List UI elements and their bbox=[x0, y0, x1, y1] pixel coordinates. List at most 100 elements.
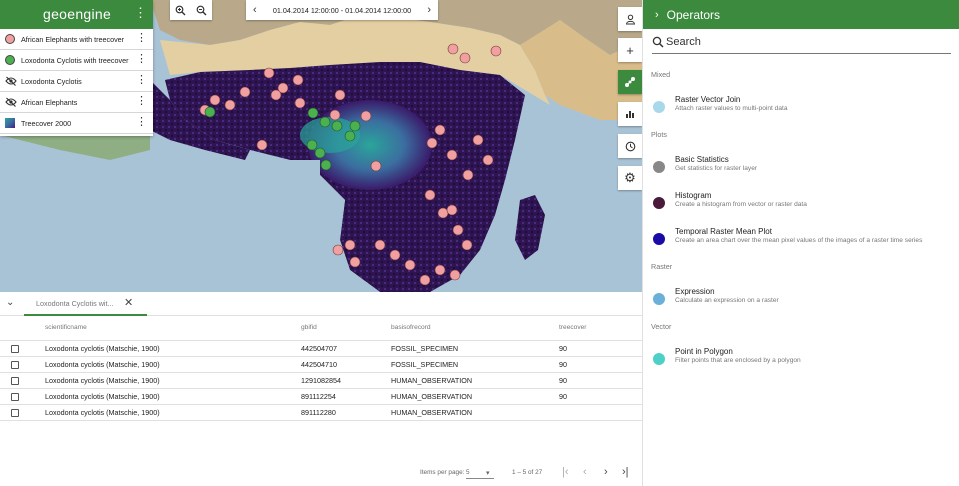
search-input[interactable] bbox=[666, 36, 946, 48]
layer-item[interactable]: Loxodonta Cyclotis ⋮ bbox=[0, 71, 153, 92]
more-vert-icon[interactable]: ⋮ bbox=[136, 33, 147, 44]
column-header[interactable]: treecover bbox=[559, 316, 642, 341]
occurrence-point[interactable] bbox=[462, 169, 474, 181]
operator-item[interactable]: Basic Statistics Get statistics for raste… bbox=[643, 155, 959, 181]
occurrence-point[interactable] bbox=[446, 204, 458, 216]
operators-button[interactable] bbox=[618, 70, 642, 94]
occurrence-point[interactable] bbox=[294, 97, 306, 109]
first-page-button[interactable]: |‹ bbox=[562, 466, 569, 478]
occurrence-point[interactable] bbox=[320, 159, 332, 171]
row-checkbox[interactable] bbox=[11, 376, 19, 385]
column-header[interactable]: basisofrecord bbox=[391, 316, 559, 341]
zoom-in-button[interactable] bbox=[170, 0, 191, 20]
table-row[interactable]: Loxodonta cyclotis (Matschie, 1900) 89111… bbox=[0, 404, 642, 421]
occurrence-point[interactable] bbox=[270, 89, 282, 101]
symbology-swatch-icon[interactable] bbox=[5, 34, 15, 44]
tab-layer-table[interactable]: Loxodonta Cyclotis wit... ✕ bbox=[24, 292, 147, 316]
occurrence-point[interactable] bbox=[389, 249, 401, 261]
occurrence-point[interactable] bbox=[360, 110, 372, 122]
more-vert-icon[interactable]: ⋮ bbox=[136, 96, 147, 107]
occurrence-point[interactable] bbox=[331, 120, 343, 132]
occurrence-point[interactable] bbox=[209, 94, 221, 106]
table-row[interactable]: Loxodonta cyclotis (Matschie, 1900) 12910… bbox=[0, 372, 642, 389]
row-checkbox[interactable] bbox=[11, 392, 19, 401]
visibility-off-icon[interactable] bbox=[5, 76, 17, 86]
occurrence-point[interactable] bbox=[329, 109, 341, 121]
visibility-off-icon[interactable] bbox=[5, 97, 17, 107]
operator-item[interactable]: Expression Calculate an expression on a r… bbox=[643, 287, 959, 313]
layer-item[interactable]: Loxodonta Cyclotis with treecover ⋮ bbox=[0, 50, 153, 71]
plots-button[interactable] bbox=[618, 102, 642, 126]
zoom-out-button[interactable] bbox=[191, 0, 212, 20]
time-next-button[interactable]: › bbox=[427, 4, 431, 16]
occurrence-point[interactable] bbox=[446, 149, 458, 161]
occurrence-point[interactable] bbox=[224, 99, 236, 111]
occurrence-point[interactable] bbox=[449, 269, 461, 281]
symbology-swatch-icon[interactable] bbox=[5, 55, 15, 65]
occurrence-point[interactable] bbox=[482, 154, 494, 166]
occurrence-point[interactable] bbox=[370, 160, 382, 172]
occurrence-point[interactable] bbox=[256, 139, 268, 151]
occurrence-point[interactable] bbox=[239, 86, 251, 98]
occurrence-point[interactable] bbox=[263, 67, 275, 79]
operator-item[interactable]: Temporal Raster Mean Plot Create an area … bbox=[643, 227, 959, 253]
occurrence-point[interactable] bbox=[349, 256, 361, 268]
occurrence-point[interactable] bbox=[332, 244, 344, 256]
close-icon[interactable]: ✕ bbox=[124, 296, 133, 309]
last-page-button[interactable]: ›| bbox=[622, 466, 629, 478]
layer-item[interactable]: African Elephants with treecover ⋮ bbox=[0, 29, 153, 50]
time-range[interactable]: 01.04.2014 12:00:00 - 01.04.2014 12:00:0… bbox=[273, 6, 411, 15]
table-row[interactable]: Loxodonta cyclotis (Matschie, 1900) 44250… bbox=[0, 356, 642, 373]
occurrence-point[interactable] bbox=[472, 134, 484, 146]
raster-gradient-icon[interactable] bbox=[5, 118, 15, 128]
page-size-select[interactable]: 5 bbox=[466, 469, 470, 476]
occurrence-point[interactable] bbox=[306, 139, 318, 151]
more-vert-icon[interactable]: ⋮ bbox=[136, 117, 147, 128]
occurrence-point[interactable] bbox=[437, 207, 449, 219]
operator-item[interactable]: Histogram Create a histogram from vector … bbox=[643, 191, 959, 217]
row-checkbox[interactable] bbox=[11, 408, 19, 417]
settings-button[interactable]: ⚙ bbox=[618, 166, 642, 190]
column-header[interactable]: gbifid bbox=[301, 316, 391, 341]
layer-item[interactable]: African Elephants ⋮ bbox=[0, 92, 153, 113]
column-header[interactable]: scientificname bbox=[45, 316, 301, 341]
occurrence-point[interactable] bbox=[344, 239, 356, 251]
operator-item[interactable]: Raster Vector Join Attach raster values t… bbox=[643, 95, 959, 121]
occurrence-point[interactable] bbox=[204, 106, 216, 118]
occurrence-point[interactable] bbox=[434, 124, 446, 136]
more-vert-icon[interactable]: ⋮ bbox=[134, 6, 147, 20]
occurrence-point[interactable] bbox=[349, 120, 361, 132]
occurrence-point[interactable] bbox=[319, 116, 331, 128]
occurrence-point[interactable] bbox=[374, 239, 386, 251]
next-page-button[interactable]: › bbox=[604, 466, 608, 478]
occurrence-point[interactable] bbox=[419, 274, 431, 286]
occurrence-point[interactable] bbox=[434, 264, 446, 276]
occurrence-point[interactable] bbox=[447, 43, 459, 55]
occurrence-point[interactable] bbox=[424, 189, 436, 201]
occurrence-point[interactable] bbox=[452, 224, 464, 236]
occurrence-point[interactable] bbox=[426, 137, 438, 149]
previous-page-button[interactable]: ‹ bbox=[583, 466, 587, 478]
occurrence-point[interactable] bbox=[404, 259, 416, 271]
chevron-down-icon[interactable]: ⌄ bbox=[6, 297, 14, 308]
occurrence-point[interactable] bbox=[344, 130, 356, 142]
row-checkbox[interactable] bbox=[11, 360, 19, 369]
row-checkbox[interactable] bbox=[11, 344, 19, 353]
account-button[interactable] bbox=[618, 7, 642, 31]
time-config-button[interactable] bbox=[618, 134, 642, 158]
more-vert-icon[interactable]: ⋮ bbox=[136, 54, 147, 65]
add-data-button[interactable]: + bbox=[618, 38, 642, 62]
more-vert-icon[interactable]: ⋮ bbox=[136, 75, 147, 86]
occurrence-point[interactable] bbox=[490, 45, 502, 57]
layer-item[interactable]: Treecover 2000 ⋮ bbox=[0, 113, 153, 134]
dropdown-arrow-icon[interactable]: ▾ bbox=[486, 469, 490, 477]
occurrence-point[interactable] bbox=[314, 147, 326, 159]
time-previous-button[interactable]: ‹ bbox=[253, 4, 257, 16]
operator-item[interactable]: Point in Polygon Filter points that are e… bbox=[643, 347, 959, 373]
occurrence-point[interactable] bbox=[334, 89, 346, 101]
occurrence-point[interactable] bbox=[461, 239, 473, 251]
table-row[interactable]: Loxodonta cyclotis (Matschie, 1900) 89111… bbox=[0, 388, 642, 405]
occurrence-point[interactable] bbox=[307, 107, 319, 119]
chevron-right-icon[interactable]: › bbox=[655, 9, 659, 21]
table-row[interactable]: Loxodonta cyclotis (Matschie, 1900) 44250… bbox=[0, 340, 642, 357]
